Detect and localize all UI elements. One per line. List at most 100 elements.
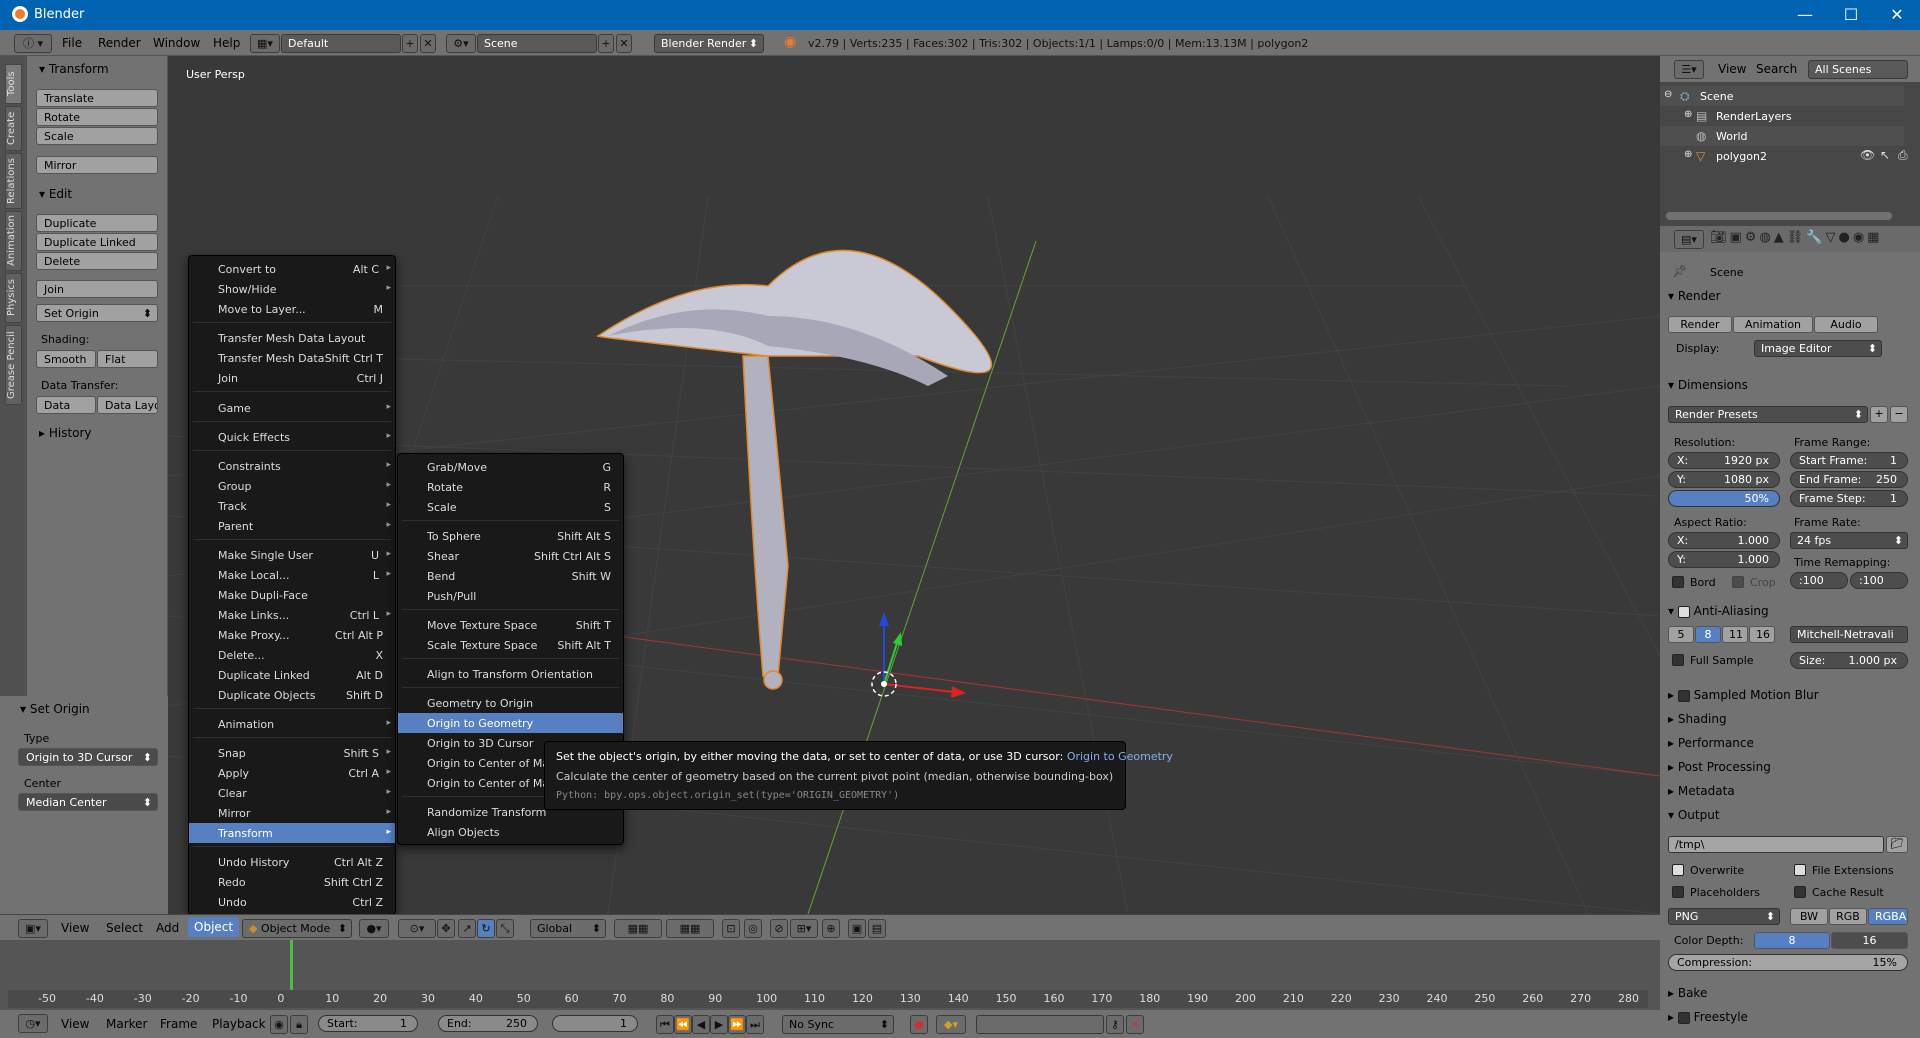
center-select[interactable]: Median Center ⬍ xyxy=(18,793,158,811)
menu-add[interactable]: Add xyxy=(156,921,179,935)
aspect-x-field[interactable]: X: 1.000 xyxy=(1668,532,1780,549)
rotate-button[interactable]: Rotate xyxy=(36,108,158,126)
aa-sample-16[interactable]: 16 xyxy=(1749,626,1775,643)
viewport-shading-icon[interactable]: ●▾ xyxy=(359,919,389,938)
menu-item-transfer-mesh-data[interactable]: Transfer Mesh Data Shift Ctrl T xyxy=(189,348,395,368)
menu-item-grab-move[interactable]: Grab/Move G xyxy=(398,457,623,477)
post-processing-panel-header[interactable]: ▸ Post Processing xyxy=(1668,760,1771,774)
close-button[interactable]: ✕ xyxy=(1874,0,1920,30)
crop-checkbox[interactable] xyxy=(1732,576,1744,588)
menu-item-rotate[interactable]: Rotate R xyxy=(398,477,623,497)
frame-rate-select[interactable]: 24 fps ⬍ xyxy=(1790,532,1908,549)
tab-create[interactable]: Create xyxy=(5,106,22,151)
menu-item-move-to-layer[interactable]: Move to Layer... M xyxy=(189,299,395,319)
outliner-view-menu[interactable]: View xyxy=(1718,62,1746,76)
snap-icon[interactable]: ⊘ xyxy=(770,919,788,938)
aa-sample-8[interactable]: 8 xyxy=(1695,626,1721,643)
menu-item-quick-effects[interactable]: Quick Effects ▸ xyxy=(189,427,395,447)
tab-animation[interactable]: Animation xyxy=(5,211,22,271)
menu-item-move-texture-space[interactable]: Move Texture Space Shift T xyxy=(398,615,623,635)
menu-marker[interactable]: Marker xyxy=(106,1017,147,1031)
menu-file[interactable]: File xyxy=(62,36,82,50)
visibility-eye-icon[interactable]: 👁︎ xyxy=(1860,148,1875,162)
screen-layout-field[interactable]: Default xyxy=(281,34,401,53)
outliner-row-scene[interactable]: ⊖ ⛭ Scene xyxy=(1660,86,1904,106)
keying-set-icon[interactable]: ◆▾ xyxy=(936,1015,966,1034)
scene-field[interactable]: Scene xyxy=(477,34,597,53)
orientation-select[interactable]: Global ⬍ xyxy=(530,919,606,938)
edit-panel-header[interactable]: ▾ Edit xyxy=(39,187,72,201)
keying-icon[interactable]: ◉ xyxy=(270,1015,288,1034)
proportional-edit-icon[interactable]: ◎ xyxy=(744,919,762,938)
layers-grid-a-icon[interactable]: ▦▦ xyxy=(614,919,662,938)
render-panel-header[interactable]: ▾ Render xyxy=(1668,289,1721,303)
remove-preset-button[interactable]: − xyxy=(1890,406,1908,423)
minimize-button[interactable]: — xyxy=(1782,0,1828,30)
menu-item-snap[interactable]: Snap Shift S ▸ xyxy=(189,743,395,763)
renderability-icon[interactable]: ⎙ xyxy=(1898,148,1908,163)
add-scene-icon[interactable]: + xyxy=(598,34,614,53)
menu-item-make-proxy[interactable]: Make Proxy... Ctrl Alt P xyxy=(189,625,395,645)
menu-item-group[interactable]: Group ▸ xyxy=(189,476,395,496)
outliner-search-menu[interactable]: Search xyxy=(1756,62,1797,76)
tab-tools[interactable]: Tools xyxy=(5,64,22,104)
performance-panel-header[interactable]: ▸ Performance xyxy=(1668,736,1754,750)
menu-item-redo[interactable]: Redo Shift Ctrl Z xyxy=(189,872,395,892)
frame-step-field[interactable]: Frame Step: 1 xyxy=(1790,490,1908,507)
menu-item-duplicate-linked[interactable]: Duplicate Linked Alt D xyxy=(189,665,395,685)
start-frame-field[interactable]: Start: 1 xyxy=(318,1015,418,1032)
manipulator-toggle-icon[interactable]: ✥ xyxy=(437,919,455,938)
origin-type-select[interactable]: Origin to 3D Cursor ⬍ xyxy=(18,748,158,766)
editor-type-3dview-icon[interactable]: ▣▾ xyxy=(18,919,48,938)
snap-target-icon[interactable]: ⊕ xyxy=(822,919,840,938)
menu-item-make-links[interactable]: Make Links... Ctrl L ▸ xyxy=(189,605,395,625)
editor-type-outliner-icon[interactable]: ☰▾ xyxy=(1674,60,1704,79)
color-depth-16-button[interactable]: 16 xyxy=(1831,932,1908,949)
menu-item-game[interactable]: Game ▸ xyxy=(189,398,395,418)
menu-item-join[interactable]: Join Ctrl J xyxy=(189,368,395,388)
data-layout-button[interactable]: Data Layo xyxy=(97,396,158,414)
browse-folder-icon[interactable]: 📁︎ xyxy=(1886,836,1908,853)
add-layout-icon[interactable]: + xyxy=(402,34,418,53)
menu-item-duplicate-objects[interactable]: Duplicate Objects Shift D xyxy=(189,685,395,705)
tab-relations[interactable]: Relations xyxy=(5,153,22,209)
editor-type-timeline-icon[interactable]: ◷▾ xyxy=(18,1014,48,1033)
menu-item-bend[interactable]: Bend Shift W xyxy=(398,566,623,586)
menu-item-scale[interactable]: Scale S xyxy=(398,497,623,517)
menu-item-track[interactable]: Track ▸ xyxy=(189,496,395,516)
menu-item-convert-to[interactable]: Convert to Alt C ▸ xyxy=(189,259,395,279)
menu-frame[interactable]: Frame xyxy=(160,1017,197,1031)
menu-item-clear[interactable]: Clear ▸ xyxy=(189,783,395,803)
maximize-button[interactable]: ☐ xyxy=(1828,0,1874,30)
end-frame-field[interactable]: End: 250 xyxy=(438,1015,538,1032)
menu-item-align-to-transform-orientation[interactable]: Align to Transform Orientation xyxy=(398,664,623,684)
start-frame-field[interactable]: Start Frame: 1 xyxy=(1790,452,1908,469)
current-frame-field[interactable]: 1 xyxy=(552,1015,638,1032)
outliner-scrollbar[interactable] xyxy=(1666,212,1892,220)
history-panel-header[interactable]: ▸ History xyxy=(39,426,92,440)
sampled-motion-blur-panel-header[interactable]: ▸ Sampled Motion Blur xyxy=(1668,688,1819,702)
menu-view[interactable]: View xyxy=(61,921,89,935)
metadata-panel-header[interactable]: ▸ Metadata xyxy=(1668,784,1735,798)
menu-item-parent[interactable]: Parent ▸ xyxy=(189,516,395,536)
prev-keyframe-icon[interactable]: ⏪ xyxy=(674,1015,692,1034)
transform-manipulator[interactable] xyxy=(871,612,966,698)
bake-panel-header[interactable]: ▸ Bake xyxy=(1668,986,1707,1000)
delete-keyframe-icon[interactable]: ✕ xyxy=(1126,1015,1144,1034)
menu-item-geometry-to-origin[interactable]: Geometry to Origin xyxy=(398,693,623,713)
menu-item-make-local[interactable]: Make Local... L ▸ xyxy=(189,565,395,585)
audio-button[interactable]: Audio xyxy=(1814,316,1878,333)
menu-item-transform[interactable]: Transform ▸ xyxy=(189,823,395,843)
insert-keyframe-icon[interactable]: ⚷ xyxy=(1106,1015,1124,1034)
pivot-point-icon[interactable]: ⊙▾ xyxy=(398,919,436,938)
menu-item-mirror[interactable]: Mirror ▸ xyxy=(189,803,395,823)
menu-window[interactable]: Window xyxy=(153,36,200,50)
file-extensions-checkbox[interactable] xyxy=(1794,864,1806,876)
timeline[interactable]: -50 -40 -30 -20 -10 0 10 20 30 40 50 60 70 80 90 100 110… xyxy=(0,940,1660,1010)
file-format-select[interactable]: PNG ⬍ xyxy=(1668,908,1780,925)
resolution-percentage-field[interactable]: 50% xyxy=(1668,490,1780,507)
rotate-manipulator-icon[interactable]: ↻ xyxy=(477,919,495,938)
output-path-field[interactable]: /tmp\ xyxy=(1668,836,1884,853)
menu-item-scale-texture-space[interactable]: Scale Texture Space Shift Alt T xyxy=(398,635,623,655)
sync-select[interactable]: No Sync ⬍ xyxy=(782,1015,894,1034)
